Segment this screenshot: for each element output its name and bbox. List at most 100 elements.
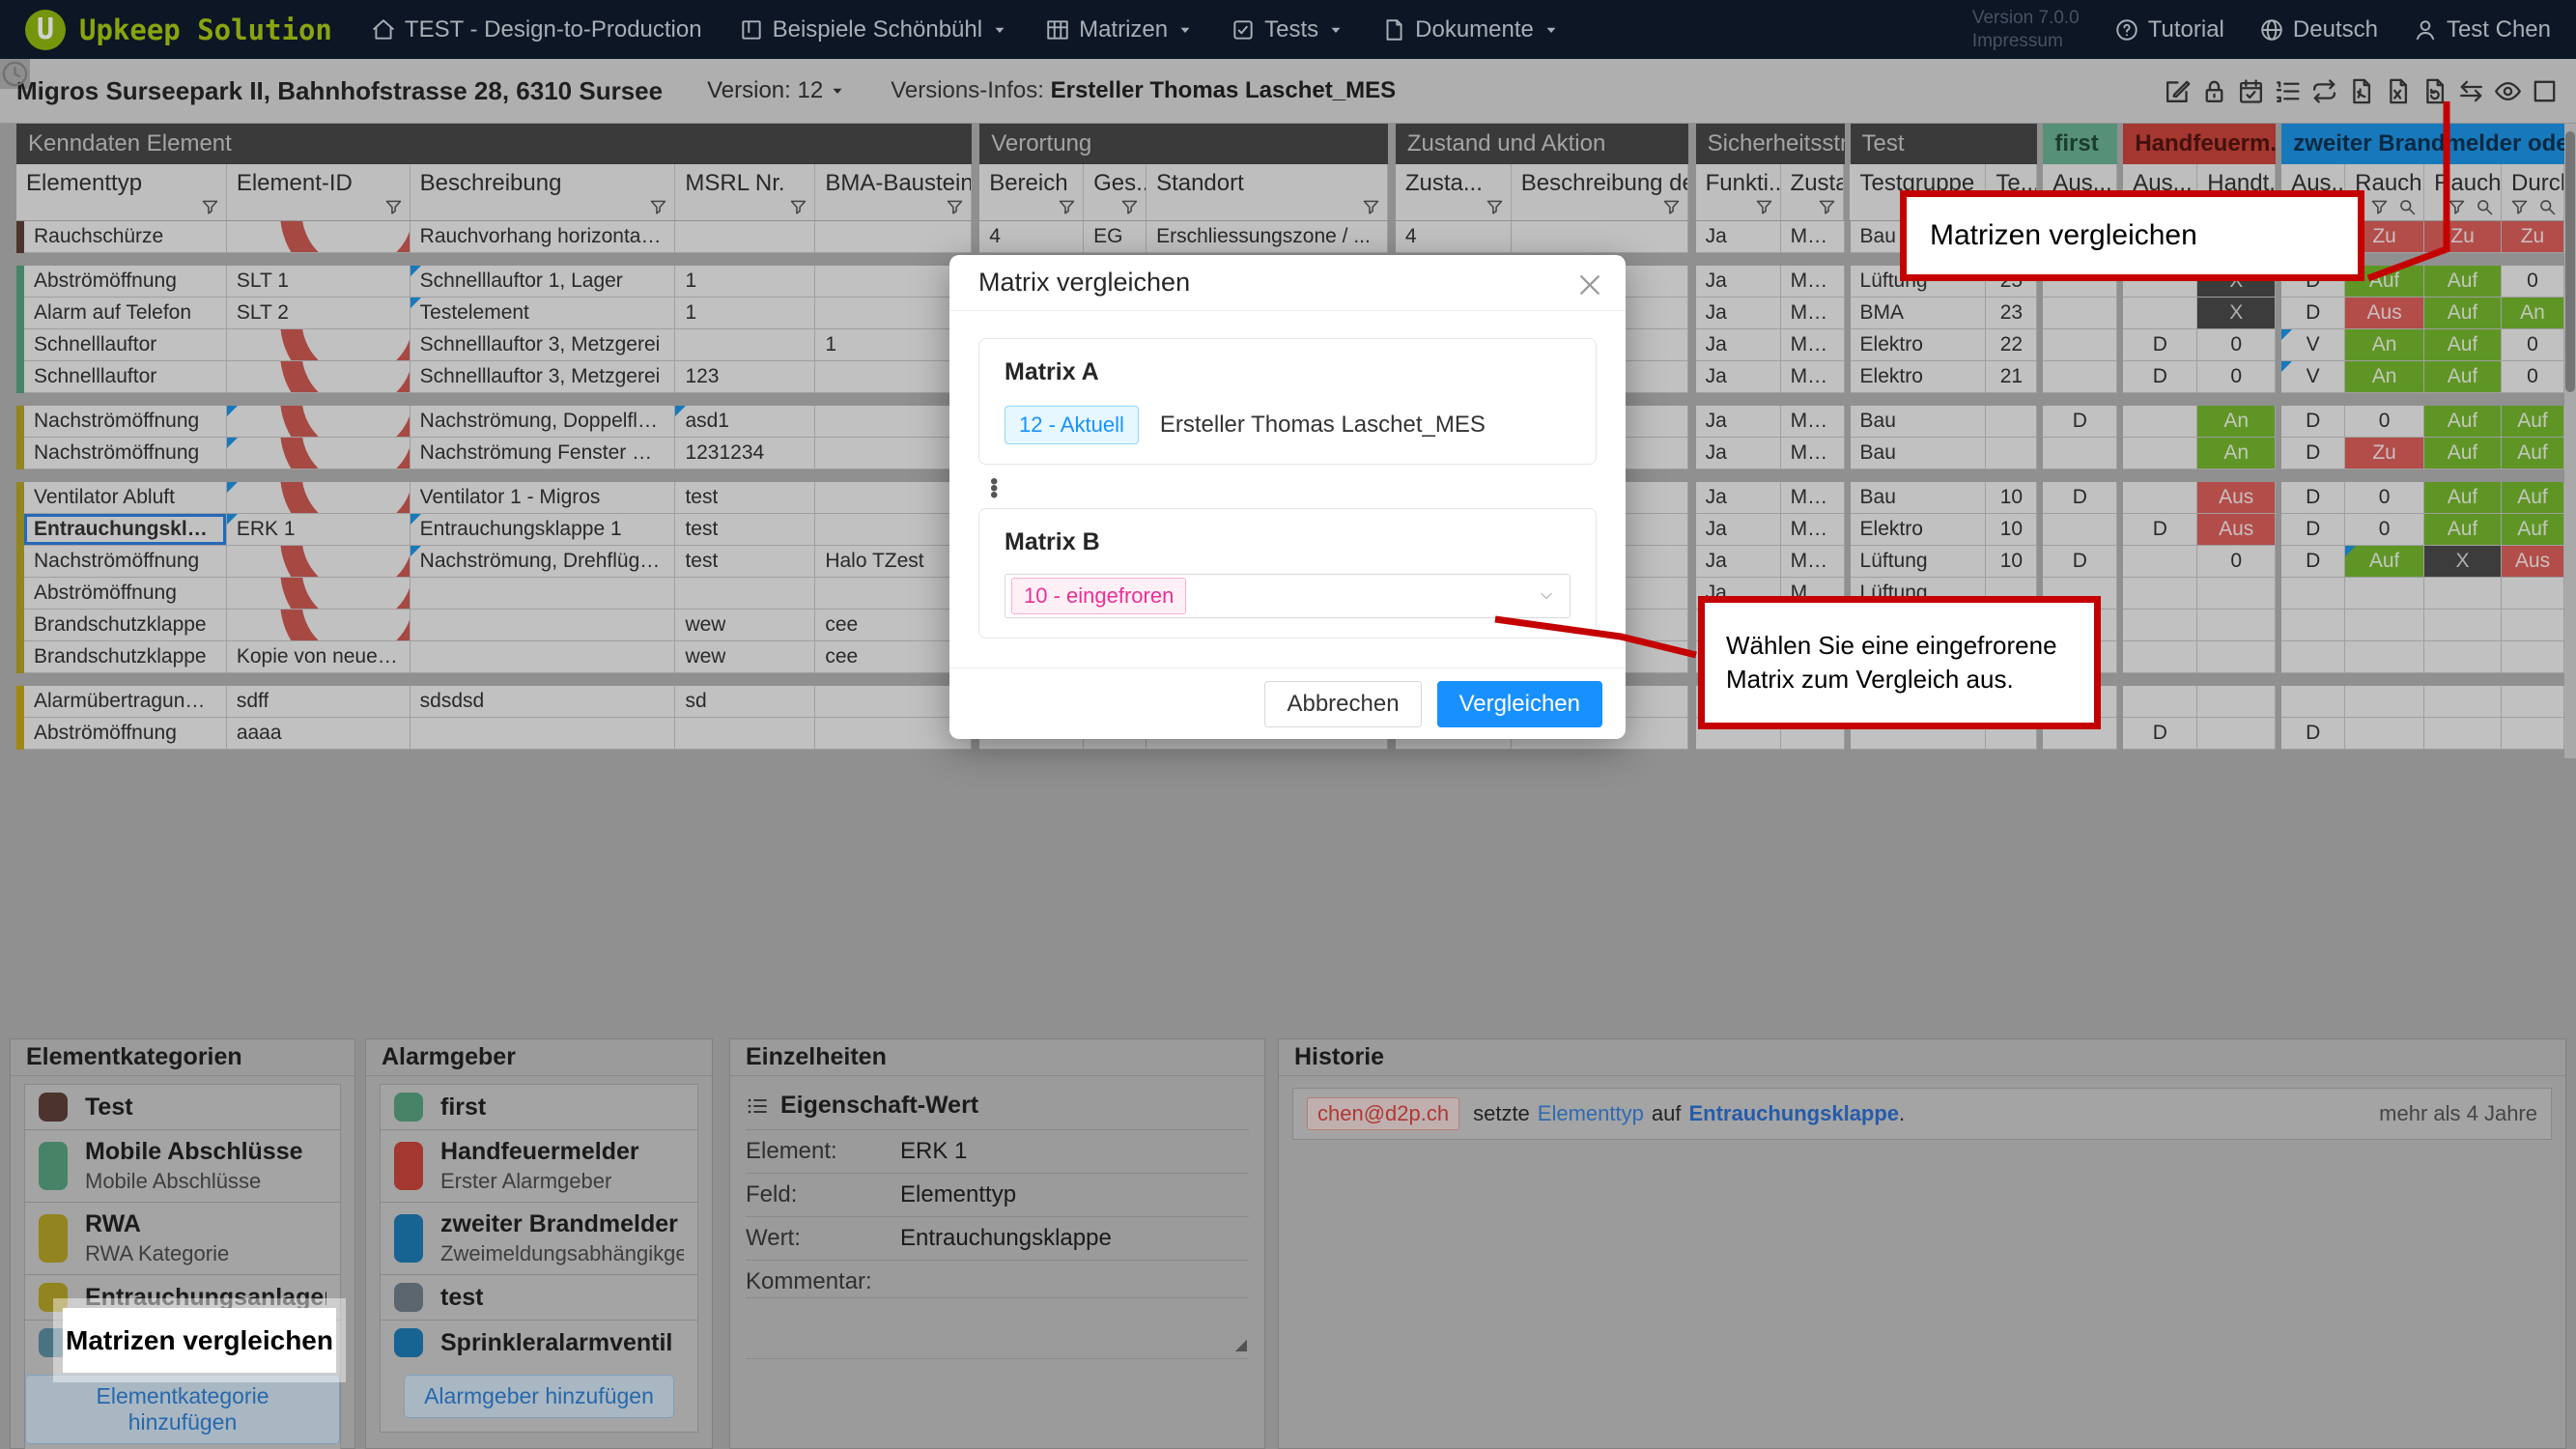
cell-bma[interactable]: Halo TZest [815, 546, 972, 578]
cell-id[interactable]: Test [227, 578, 410, 610]
column-header-beschak[interactable]: Beschreibung der Ak... [1512, 164, 1688, 220]
list-item-test[interactable]: Test [24, 1084, 341, 1129]
cell-desc[interactable] [410, 578, 676, 610]
cell-zb_r1[interactable] [2345, 641, 2424, 673]
tutorial-button[interactable]: Tutorial [2114, 16, 2224, 43]
search-icon[interactable] [237, 482, 410, 514]
cell-f_aus[interactable] [2043, 329, 2117, 361]
cell-hf_aus[interactable] [2123, 298, 2197, 329]
search-icon[interactable] [2537, 197, 2558, 217]
cell-desc[interactable]: sdsdsd [410, 686, 676, 718]
cell-hf_aus[interactable] [2123, 686, 2197, 718]
cell-zb_durch[interactable]: Auf [2502, 482, 2564, 514]
cell-zb_r1[interactable]: 0 [2345, 482, 2424, 514]
cell-zb_aus[interactable] [2281, 610, 2345, 641]
cell-id[interactable]: Kopie von SLT 3 [227, 361, 410, 393]
cell-zb_r1[interactable]: An [2345, 361, 2424, 393]
cell-te[interactable]: 21 [1986, 361, 2037, 393]
filter-funnel-icon[interactable] [1057, 197, 1077, 217]
numbered-list-icon[interactable] [2273, 76, 2303, 106]
lock-icon[interactable] [2199, 76, 2229, 106]
cell-desc[interactable] [410, 718, 676, 750]
cell-desc[interactable]: Ventilator 1 - Migros [410, 482, 676, 514]
nav-item-tests[interactable]: Tests [1231, 16, 1345, 43]
cell-zb_durch[interactable]: 0 [2502, 266, 2564, 298]
calendar-check-icon[interactable] [2236, 76, 2266, 106]
filter-funnel-icon[interactable] [788, 197, 808, 217]
cell-te[interactable]: 23 [1986, 298, 2037, 329]
cell-zb_r1[interactable]: Aus [2345, 298, 2424, 329]
column-header-standort[interactable]: Standort [1146, 164, 1388, 220]
cell-msrl[interactable] [675, 329, 815, 361]
cell-hf_aus[interactable]: D [2123, 361, 2197, 393]
cell-elementtyp[interactable]: Nachströmöffnung [24, 406, 227, 438]
cell-bma[interactable] [815, 221, 972, 253]
cell-desc[interactable]: Nachströmung Fenster Parner... [410, 438, 676, 469]
cell-elementtyp[interactable]: Brandschutzklappe [24, 641, 227, 673]
eye-icon[interactable] [2493, 76, 2523, 106]
edit-icon[interactable] [2163, 76, 2193, 106]
cell-testgruppe[interactable]: Bau [1851, 406, 1987, 438]
cell-hf_aus[interactable] [2123, 610, 2197, 641]
cell-zb_r1[interactable]: An [2345, 329, 2424, 361]
cell-zb_aus[interactable]: V [2281, 329, 2345, 361]
cell-msrl[interactable]: 1 [675, 266, 815, 298]
column-header-elementtyp[interactable]: Elementtyp [16, 164, 227, 220]
list-item-test[interactable]: test [380, 1274, 698, 1320]
cell-hf_aus[interactable] [2123, 546, 2197, 578]
search-icon[interactable] [237, 221, 410, 253]
cell-zb_aus[interactable]: D [2281, 298, 2345, 329]
cell-zb_durch[interactable]: Auf [2502, 514, 2564, 546]
cell-f_aus[interactable]: D [2043, 406, 2117, 438]
filter-funnel-icon[interactable] [2447, 197, 2467, 217]
filter-funnel-icon[interactable] [1361, 197, 1381, 217]
history-field-link[interactable]: Elementtyp [1538, 1101, 1644, 1126]
add-elementkategorie-button[interactable]: Elementkategorie hinzufügen [25, 1375, 340, 1444]
cell-hf_aus[interactable] [2123, 641, 2197, 673]
cell-zb_r2[interactable]: Auf [2424, 482, 2502, 514]
cell-id[interactable]: NSÖ 1 [227, 546, 410, 578]
cell-hf_handt[interactable] [2197, 610, 2276, 641]
cell-hf_handt[interactable]: 0 [2197, 329, 2276, 361]
cell-id[interactable]: sdff [227, 686, 410, 718]
filter-funnel-icon[interactable] [383, 197, 404, 217]
cell-msrl[interactable]: test [675, 546, 815, 578]
cell-zusta2[interactable]: Matrix [1781, 438, 1845, 469]
cell-msrl[interactable]: sd [675, 686, 815, 718]
cell-id[interactable]: NSÖ 1.1 [227, 406, 410, 438]
filter-funnel-icon[interactable] [1485, 197, 1505, 217]
cell-hf_aus[interactable] [2123, 578, 2197, 610]
list-item-handfeuermelder[interactable]: HandfeuermelderErster Alarmgeber [380, 1129, 698, 1202]
pdf-file-icon[interactable] [2346, 76, 2376, 106]
cell-zusta2[interactable]: Matrix [1781, 266, 1845, 298]
cell-funkti[interactable]: Ja [1696, 514, 1781, 546]
cell-te[interactable] [1986, 406, 2037, 438]
filter-funnel-icon[interactable] [1661, 197, 1682, 217]
cell-testgruppe[interactable]: Elektro [1851, 361, 1987, 393]
cell-funkti[interactable]: Ja [1696, 406, 1781, 438]
comment-textarea[interactable]: ◢ [746, 1298, 1249, 1358]
cell-zb_aus[interactable]: D [2281, 482, 2345, 514]
filter-funnel-icon[interactable] [200, 197, 220, 217]
cell-hf_handt[interactable]: An [2197, 406, 2276, 438]
cell-zb_r1[interactable] [2345, 578, 2424, 610]
cell-f_aus[interactable] [2043, 298, 2117, 329]
cell-hf_aus[interactable] [2123, 406, 2197, 438]
cell-testgruppe[interactable]: Elektro [1851, 514, 1987, 546]
cell-zb_r1[interactable]: Zu [2345, 438, 2424, 469]
column-header-ges[interactable]: Ges... [1084, 164, 1146, 220]
cell-elementtyp[interactable]: Nachströmöffnung [24, 438, 227, 469]
cell-f_aus[interactable]: D [2043, 546, 2117, 578]
cell-elementtyp[interactable]: Abströmöffnung [24, 578, 227, 610]
column-header-id[interactable]: Element-ID [227, 164, 410, 220]
cell-bma[interactable]: cee [815, 641, 972, 673]
cell-elementtyp[interactable]: Alarm auf Telefon [24, 298, 227, 329]
column-header-bereich[interactable]: Bereich [979, 164, 1084, 220]
filter-funnel-icon[interactable] [648, 197, 668, 217]
search-icon[interactable] [237, 438, 410, 469]
search-icon[interactable] [237, 578, 410, 610]
nav-item-dokumente[interactable]: Dokumente [1381, 16, 1560, 43]
cell-zusta2[interactable]: Matrix [1781, 361, 1845, 393]
grid-scrollbar[interactable] [2564, 124, 2576, 758]
cell-bma[interactable] [815, 266, 972, 298]
